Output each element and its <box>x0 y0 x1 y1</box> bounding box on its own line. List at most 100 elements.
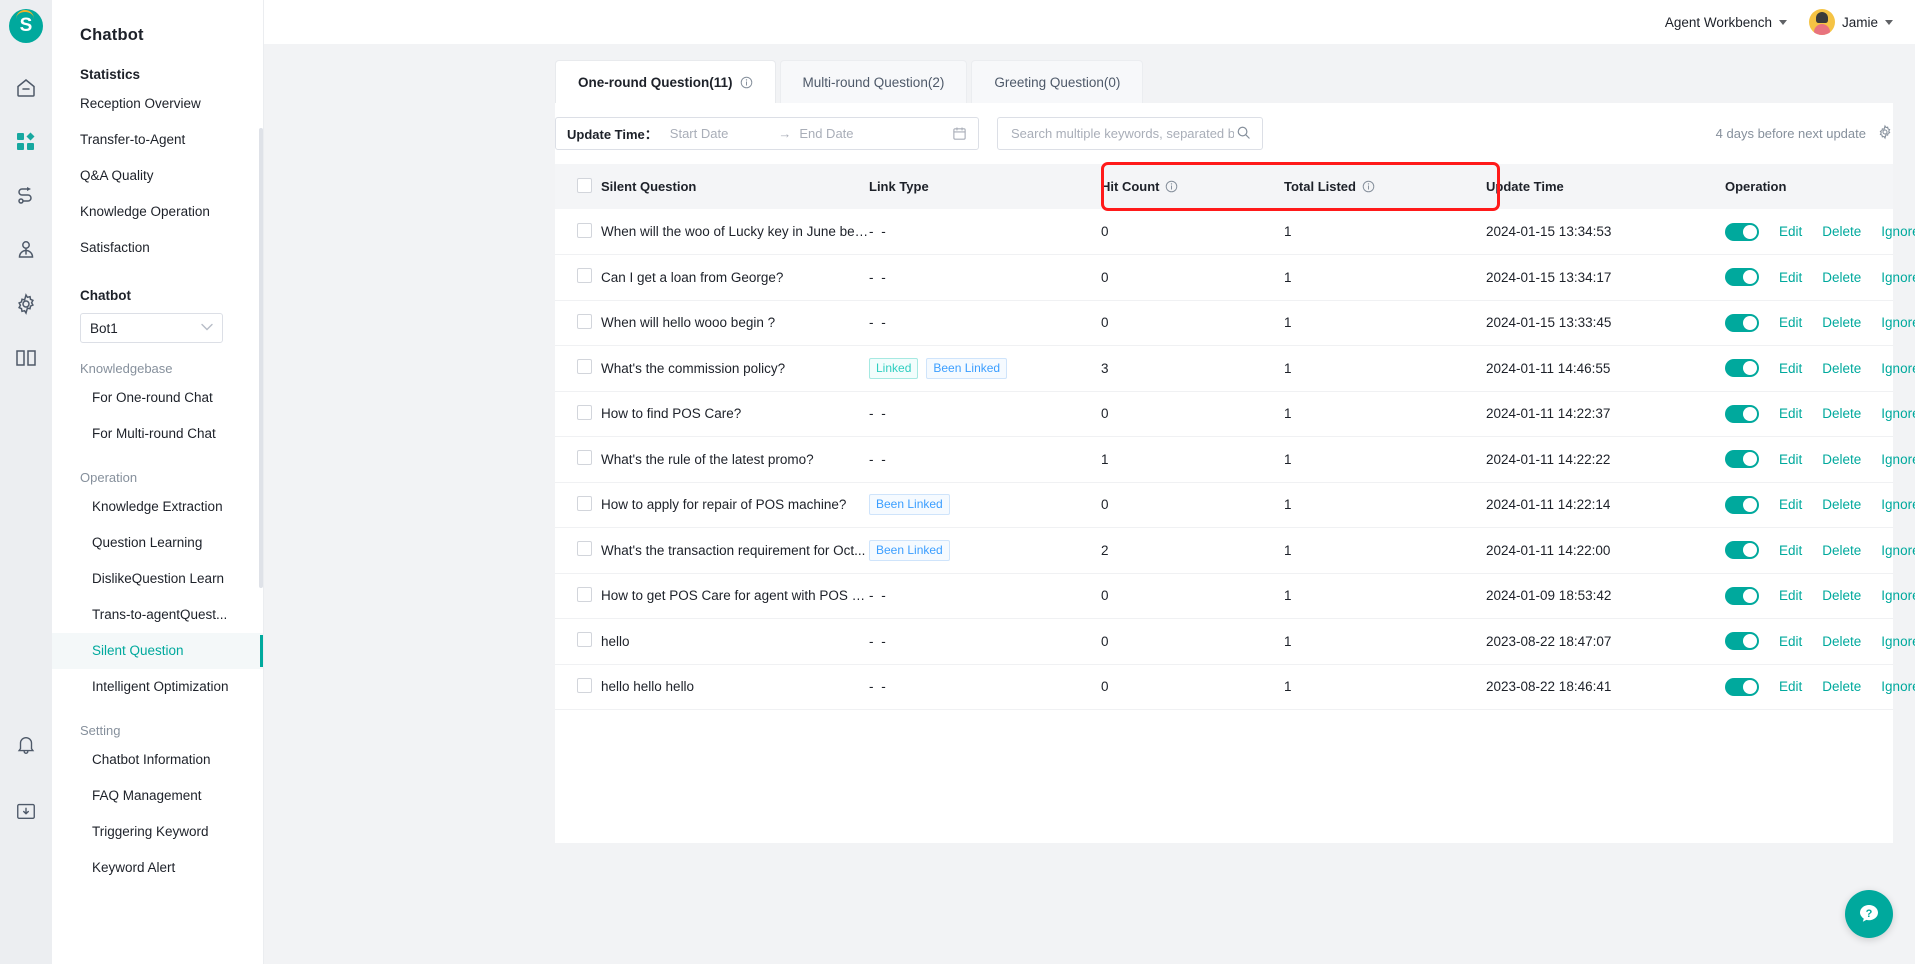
dashboard-grid-icon[interactable] <box>13 129 39 155</box>
ignore-link[interactable]: Ignore <box>1881 406 1915 421</box>
sidebar-item-for-multi-round-chat[interactable]: For Multi-round Chat <box>52 416 263 452</box>
sidebar-item-chatbot-information[interactable]: Chatbot Information <box>52 742 263 778</box>
delete-link[interactable]: Delete <box>1822 361 1861 376</box>
table-row[interactable]: How to get POS Care for agent with POS a… <box>555 573 1915 619</box>
home-icon[interactable] <box>13 75 39 101</box>
tab-one-round-question[interactable]: One-round Question(11) <box>555 60 776 103</box>
enable-toggle[interactable] <box>1725 313 1759 332</box>
delete-link[interactable]: Delete <box>1822 315 1861 330</box>
row-checkbox[interactable] <box>577 268 592 284</box>
sidebar-item-satisfaction[interactable]: Satisfaction <box>52 230 263 266</box>
row-checkbox[interactable] <box>577 632 592 648</box>
sidebar-item-qa-quality[interactable]: Q&A Quality <box>52 158 263 194</box>
sidebar-item-dislikequestion-learn[interactable]: DislikeQuestion Learn <box>52 561 263 597</box>
delete-link[interactable]: Delete <box>1822 224 1861 239</box>
sidebar-item-knowledge-extraction[interactable]: Knowledge Extraction <box>52 489 263 525</box>
info-icon[interactable] <box>740 76 753 89</box>
row-checkbox[interactable] <box>577 541 592 557</box>
th-update-time[interactable]: Update Time <box>1486 164 1725 209</box>
select-all-checkbox[interactable] <box>577 177 592 193</box>
row-checkbox[interactable] <box>577 359 592 375</box>
ignore-link[interactable]: Ignore <box>1881 497 1915 512</box>
row-checkbox[interactable] <box>577 677 592 693</box>
ignore-link[interactable]: Ignore <box>1881 543 1915 558</box>
row-checkbox[interactable] <box>577 586 592 602</box>
table-row[interactable]: What's the transaction requirement for O… <box>555 527 1915 574</box>
user-menu[interactable]: Jamie <box>1808 9 1893 35</box>
delete-link[interactable]: Delete <box>1822 452 1861 467</box>
start-date-input[interactable]: Start Date <box>670 126 729 141</box>
delete-link[interactable]: Delete <box>1822 270 1861 285</box>
sidebar-item-intelligent-optimization[interactable]: Intelligent Optimization <box>52 669 263 705</box>
edit-link[interactable]: Edit <box>1779 452 1802 467</box>
enable-toggle[interactable] <box>1725 450 1759 469</box>
edit-link[interactable]: Edit <box>1779 543 1802 558</box>
ignore-link[interactable]: Ignore <box>1881 315 1915 330</box>
table-row[interactable]: When will hello wooo begin ? - - 0 1 2024-01… <box>555 300 1915 346</box>
edit-link[interactable]: Edit <box>1779 497 1802 512</box>
edit-link[interactable]: Edit <box>1779 315 1802 330</box>
table-row[interactable]: What's the commission policy? Linked Been … <box>555 345 1915 392</box>
search-icon[interactable] <box>1236 125 1251 143</box>
ignore-link[interactable]: Ignore <box>1881 634 1915 649</box>
delete-link[interactable]: Delete <box>1822 679 1861 694</box>
th-link-type[interactable]: Link Type <box>869 164 1101 209</box>
update-time-range-picker[interactable]: Update Time： Start Date → End Date <box>555 117 979 150</box>
ignore-link[interactable]: Ignore <box>1881 361 1915 376</box>
th-hit-count[interactable]: Hit Count <box>1101 164 1284 209</box>
edit-link[interactable]: Edit <box>1779 679 1802 694</box>
table-row[interactable]: What's the rule of the latest promo? - - 1… <box>555 436 1915 483</box>
app-logo[interactable]: S <box>9 9 43 43</box>
enable-toggle[interactable] <box>1725 541 1759 560</box>
sidebar-item-knowledge-operation[interactable]: Knowledge Operation <box>52 194 263 230</box>
enable-toggle[interactable] <box>1725 632 1759 651</box>
bot-select[interactable]: Bot1 <box>80 313 223 343</box>
info-icon[interactable] <box>1165 180 1178 193</box>
sidebar-item-transfer-to-agent[interactable]: Transfer-to-Agent <box>52 122 263 158</box>
sidebar-item-trans-to-agent-question[interactable]: Trans-to-agentQuest... <box>52 597 263 633</box>
gear-icon[interactable] <box>13 291 39 317</box>
th-total-listed[interactable]: Total Listed <box>1284 164 1486 209</box>
row-checkbox[interactable] <box>577 404 592 420</box>
sidebar-item-keyword-alert[interactable]: Keyword Alert <box>52 850 263 886</box>
row-checkbox[interactable] <box>577 495 592 511</box>
notification-bell-icon[interactable] <box>13 732 39 758</box>
ignore-link[interactable]: Ignore <box>1881 270 1915 285</box>
edit-link[interactable]: Edit <box>1779 224 1802 239</box>
enable-toggle[interactable] <box>1725 404 1759 423</box>
edit-link[interactable]: Edit <box>1779 634 1802 649</box>
row-checkbox[interactable] <box>577 313 592 329</box>
gear-icon[interactable] <box>1877 124 1893 143</box>
edit-link[interactable]: Edit <box>1779 588 1802 603</box>
ignore-link[interactable]: Ignore <box>1881 588 1915 603</box>
edit-link[interactable]: Edit <box>1779 270 1802 285</box>
ignore-link[interactable]: Ignore <box>1881 679 1915 694</box>
info-icon[interactable] <box>1362 180 1375 193</box>
sidebar-item-reception-overview[interactable]: Reception Overview <box>52 86 263 122</box>
table-row[interactable]: How to find POS Care? - - 0 1 2024-01-11 14:… <box>555 391 1915 437</box>
delete-link[interactable]: Delete <box>1822 588 1861 603</box>
agent-user-icon[interactable] <box>13 237 39 263</box>
workflow-route-icon[interactable] <box>13 183 39 209</box>
sidebar-item-triggering-keyword[interactable]: Triggering Keyword <box>52 814 263 850</box>
delete-link[interactable]: Delete <box>1822 543 1861 558</box>
enable-toggle[interactable] <box>1725 222 1759 241</box>
help-button[interactable]: ? <box>1845 890 1893 938</box>
edit-link[interactable]: Edit <box>1779 406 1802 421</box>
edit-link[interactable]: Edit <box>1779 361 1802 376</box>
search-input[interactable] <box>1009 125 1236 142</box>
table-row[interactable]: When will the woo of Lucky key in June b… <box>555 209 1915 255</box>
tab-multi-round-question[interactable]: Multi-round Question(2) <box>779 60 968 103</box>
sidebar-item-for-one-round-chat[interactable]: For One-round Chat <box>52 380 263 416</box>
table-row[interactable]: hello hello hello - - 0 1 2023-08-22 18:46:4… <box>555 664 1915 710</box>
th-silent-question[interactable]: Silent Question <box>601 164 869 209</box>
calendar-icon[interactable] <box>952 126 967 141</box>
sidebar-scrollbar[interactable] <box>259 128 263 588</box>
table-row[interactable]: hello - - 0 1 2023-08-22 18:47:07 Edit Delete I… <box>555 618 1915 665</box>
end-date-input[interactable]: End Date <box>799 126 853 141</box>
table-row[interactable]: How to apply for repair of POS machine? B… <box>555 482 1915 528</box>
delete-link[interactable]: Delete <box>1822 406 1861 421</box>
ignore-link[interactable]: Ignore <box>1881 224 1915 239</box>
book-knowledge-icon[interactable] <box>13 345 39 371</box>
row-checkbox[interactable] <box>577 222 592 238</box>
